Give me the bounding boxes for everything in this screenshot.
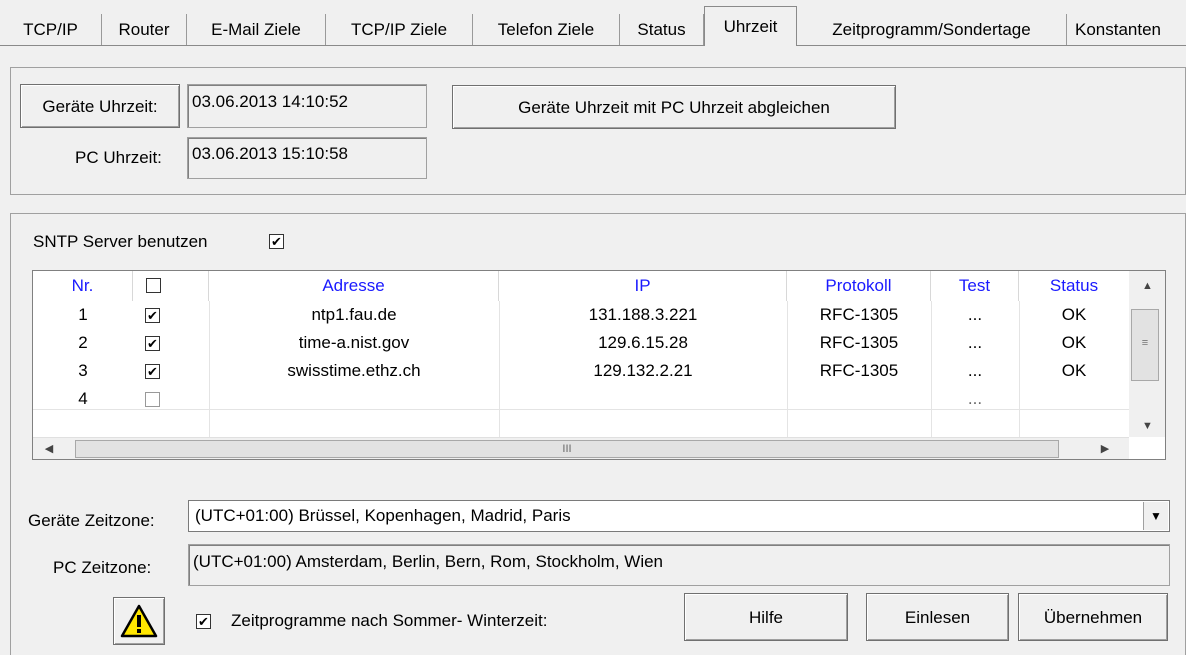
cell-address[interactable] <box>209 385 499 413</box>
cell-status: OK <box>1061 305 1087 324</box>
col-header-status[interactable]: Status <box>1019 271 1129 301</box>
cell-test-button[interactable]: ... <box>931 301 1019 329</box>
vertical-scrollbar[interactable]: ▲ ≡ ▼ <box>1129 271 1165 437</box>
dropdown-arrow-icon[interactable]: ▼ <box>1143 502 1168 530</box>
vertical-scroll-thumb[interactable]: ≡ <box>1131 309 1159 381</box>
cell-protocol[interactable]: RFC-1305 <box>787 329 931 357</box>
scroll-up-arrow-icon[interactable]: ▲ <box>1129 275 1165 297</box>
cell-status: OK <box>1061 361 1087 380</box>
cell-nr: 4 <box>78 389 88 408</box>
pc-time-field: 03.06.2013 15:10:58 <box>187 137 427 179</box>
cell-test-button[interactable]: ... <box>931 385 1019 413</box>
tab-email-ziele[interactable]: E-Mail Ziele <box>187 14 326 46</box>
cell-test-button[interactable]: ... <box>931 357 1019 385</box>
tab-tcpip-ziele[interactable]: TCP/IP Ziele <box>326 14 473 46</box>
col-header-ip[interactable]: IP <box>499 271 787 301</box>
device-timezone-label: Geräte Zeitzone: <box>28 511 155 530</box>
tab-uhrzeit[interactable]: Uhrzeit <box>704 6 797 46</box>
col-header-test[interactable]: Test <box>931 271 1019 301</box>
device-time-field: 03.06.2013 14:10:52 <box>187 84 427 128</box>
cell-address[interactable]: ntp1.fau.de <box>209 301 499 329</box>
tab-router[interactable]: Router <box>102 14 187 46</box>
horizontal-scroll-thumb[interactable]: III <box>75 440 1059 458</box>
tab-zeitprogramm-sondertage[interactable]: Zeitprogramm/Sondertage <box>797 14 1067 46</box>
cell-nr: 2 <box>78 333 88 352</box>
cell-address[interactable]: time-a.nist.gov <box>209 329 499 357</box>
col-header-address[interactable]: Adresse <box>209 271 499 301</box>
pc-timezone-field: (UTC+01:00) Amsterdam, Berlin, Bern, Rom… <box>188 544 1170 586</box>
sntp-label: SNTP Server benutzen <box>33 232 208 251</box>
cell-nr: 3 <box>78 361 88 380</box>
cell-test-button[interactable]: ... <box>931 329 1019 357</box>
cell-ip: 129.6.15.28 <box>598 333 688 352</box>
read-button[interactable]: Einlesen <box>866 593 1009 641</box>
cell-ip: 129.132.2.21 <box>593 361 693 380</box>
row-checkbox[interactable]: ✔ <box>145 336 160 351</box>
apply-button[interactable]: Übernehmen <box>1018 593 1168 641</box>
col-header-check[interactable] <box>133 271 209 301</box>
sntp-server-table: Nr. Adresse IP Protokoll Test Status 1 ✔… <box>32 270 1166 460</box>
cell-address[interactable]: swisstime.ethz.ch <box>209 357 499 385</box>
sntp-checkbox[interactable]: ✔ <box>269 234 284 249</box>
warning-icon <box>120 604 158 638</box>
row-checkbox[interactable] <box>145 392 160 407</box>
cell-ip <box>499 385 787 413</box>
sync-time-button[interactable]: Geräte Uhrzeit mit PC Uhrzeit abgleichen <box>452 85 896 129</box>
dst-label: Zeitprogramme nach Sommer- Winterzeit: <box>231 611 548 630</box>
tab-tcpip[interactable]: TCP/IP <box>0 14 102 46</box>
cell-protocol[interactable]: RFC-1305 <box>787 301 931 329</box>
cell-ip: 131.188.3.221 <box>588 305 698 324</box>
cell-protocol[interactable] <box>787 385 931 413</box>
cell-nr: 1 <box>78 305 88 324</box>
warning-button[interactable] <box>113 597 165 645</box>
help-button[interactable]: Hilfe <box>684 593 848 641</box>
col-header-protocol[interactable]: Protokoll <box>787 271 931 301</box>
row-checkbox[interactable]: ✔ <box>145 364 160 379</box>
col-header-nr[interactable]: Nr. <box>33 271 133 301</box>
select-all-checkbox[interactable] <box>146 278 161 293</box>
device-timezone-value: (UTC+01:00) Brüssel, Kopenhagen, Madrid,… <box>195 506 571 525</box>
tab-telefon-ziele[interactable]: Telefon Ziele <box>473 14 620 46</box>
horizontal-scrollbar[interactable]: ◀ III ▶ <box>33 437 1129 459</box>
tab-divider <box>0 45 1186 46</box>
scroll-left-arrow-icon[interactable]: ◀ <box>37 438 61 459</box>
dst-checkbox[interactable]: ✔ <box>196 614 211 629</box>
device-timezone-select[interactable]: (UTC+01:00) Brüssel, Kopenhagen, Madrid,… <box>188 500 1170 532</box>
cell-protocol[interactable]: RFC-1305 <box>787 357 931 385</box>
device-time-button[interactable]: Geräte Uhrzeit: <box>20 84 180 128</box>
tab-status[interactable]: Status <box>620 14 704 46</box>
pc-timezone-label: PC Zeitzone: <box>53 558 152 577</box>
scroll-down-arrow-icon[interactable]: ▼ <box>1129 415 1165 437</box>
pc-time-label: PC Uhrzeit: <box>75 148 162 167</box>
scroll-right-arrow-icon[interactable]: ▶ <box>1093 438 1117 459</box>
cell-status <box>1019 385 1129 413</box>
cell-status: OK <box>1061 333 1087 352</box>
tab-bar: TCP/IP Router E-Mail Ziele TCP/IP Ziele … <box>0 0 1186 46</box>
row-checkbox[interactable]: ✔ <box>145 308 160 323</box>
tab-konstanten[interactable]: Konstanten <box>1067 14 1186 46</box>
